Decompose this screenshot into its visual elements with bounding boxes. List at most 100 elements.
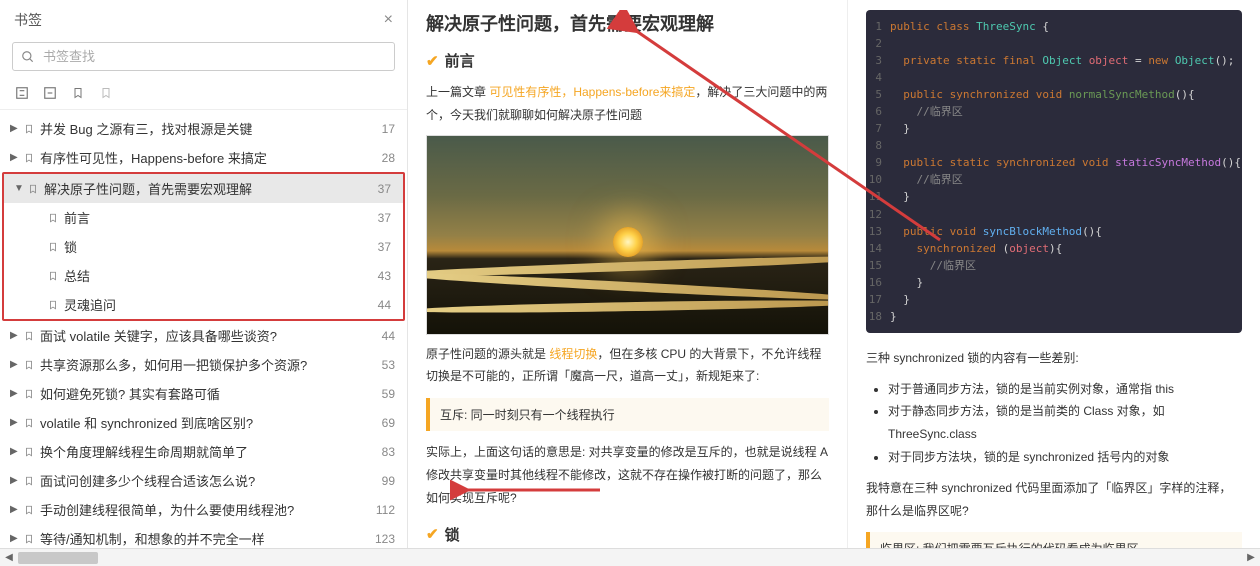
search-icon (21, 50, 35, 64)
chevron-icon: ▶ (10, 152, 20, 163)
bookmark-icon[interactable] (70, 85, 86, 101)
outline-item[interactable]: 锁 37 (4, 232, 403, 261)
callout-critical: 临界区: 我们把需要互斥执行的代码看成为临界区 (866, 532, 1242, 548)
link-prev-article[interactable]: 可见性有序性，Happens-before来搞定 (489, 85, 695, 99)
outline-item[interactable]: ▶ 等待/通知机制，和想象的并不完全一样 123 (0, 524, 407, 548)
code-line: 7 } (866, 120, 1242, 137)
outline-label: 总结 (64, 266, 90, 285)
outline-label: 解决原子性问题，首先需要宏观理解 (44, 179, 252, 198)
page-number: 28 (382, 151, 395, 165)
page-number: 37 (378, 211, 391, 225)
scroll-thumb[interactable] (18, 552, 98, 564)
search-input-wrap[interactable] (12, 42, 395, 71)
outline-label: 换个角度理解线程生命周期就简单了 (40, 442, 248, 461)
search-input[interactable] (43, 49, 386, 64)
outline-label: 等待/通知机制，和想象的并不完全一样 (40, 529, 265, 548)
code-line: 12 (866, 206, 1242, 223)
outline-label: 灵魂追问 (64, 295, 116, 314)
list-item: 对于静态同步方法，锁的是当前类的 Class 对象，如 ThreeSync.cl… (888, 400, 1242, 446)
page-number: 123 (375, 532, 395, 546)
outline-label: 共享资源那么多，如何用一把锁保护多个资源? (40, 355, 307, 374)
page-number: 44 (378, 298, 391, 312)
outline-item[interactable]: 总结 43 (4, 261, 403, 290)
check-icon: ✔ (426, 525, 439, 543)
bookmark-icon (24, 359, 36, 371)
paragraph: 原子性问题的源头就是 线程切换，但在多核 CPU 的大背景下，不允许线程切换是不… (426, 343, 829, 389)
outline-item[interactable]: ▼解决原子性问题，首先需要宏观理解37 (4, 174, 403, 203)
chevron-icon: ▶ (10, 123, 20, 134)
outline-label: 前言 (64, 208, 90, 227)
page-left: 解决原子性问题，首先需要宏观理解 ✔前言 上一篇文章 可见性有序性，Happen… (408, 0, 848, 548)
code-line: 5 public synchronized void normalSyncMet… (866, 86, 1242, 103)
chevron-icon: ▶ (10, 330, 20, 341)
bookmark-icon (24, 446, 36, 458)
list-item: 对于同步方法块，锁的是 synchronized 括号内的对象 (888, 446, 1242, 469)
outline-item[interactable]: 前言 37 (4, 203, 403, 232)
horizontal-scrollbar[interactable]: ◀ ▶ (0, 548, 1260, 566)
bookmark-outline-icon[interactable] (98, 85, 114, 101)
chevron-icon: ▶ (10, 475, 20, 486)
outline-item[interactable]: ▶换个角度理解线程生命周期就简单了83 (0, 437, 407, 466)
chevron-icon: ▶ (10, 446, 20, 457)
scroll-track[interactable] (18, 550, 1242, 566)
close-icon[interactable]: × (384, 11, 393, 29)
outline-item[interactable]: ▶ volatile 和 synchronized 到底啥区别? 69 (0, 408, 407, 437)
page-number: 44 (382, 329, 395, 343)
outline-item[interactable]: ▶并发 Bug 之源有三，找对根源是关键17 (0, 114, 407, 143)
page-number: 37 (378, 240, 391, 254)
outline-item[interactable]: ▶如何避免死锁? 其实有套路可循59 (0, 379, 407, 408)
code-line: 4 (866, 69, 1242, 86)
chevron-icon: ▶ (10, 533, 20, 544)
bookmark-icon (24, 417, 36, 429)
bookmark-icon (24, 533, 36, 545)
outline-label: 面试 volatile 关键字，应该具备哪些谈资? (40, 326, 277, 345)
link-thread-switch[interactable]: 线程切换 (549, 347, 597, 361)
check-icon: ✔ (426, 52, 439, 70)
code-line: 9 public static synchronized void static… (866, 154, 1242, 171)
outline-label: volatile 和 synchronized 到底啥区别? (40, 413, 253, 432)
expand-all-icon[interactable] (14, 85, 30, 101)
bookmark-icon (48, 241, 60, 253)
outline-item[interactable]: ▶面试问创建多少个线程合适该怎么说?99 (0, 466, 407, 495)
panel-title: 书签 (14, 10, 42, 30)
outline-label: 有序性可见性，Happens-before 来搞定 (40, 148, 267, 167)
scroll-left-icon[interactable]: ◀ (0, 550, 18, 566)
outline-label: 锁 (64, 237, 77, 256)
bookmark-icon (24, 504, 36, 516)
bullet-list: 对于普通同步方法，锁的是当前实例对象，通常指 this对于静态同步方法，锁的是当… (866, 378, 1242, 469)
code-line: 14 synchronized (object){ (866, 240, 1242, 257)
list-item: 对于普通同步方法，锁的是当前实例对象，通常指 this (888, 378, 1242, 401)
outline-item[interactable]: ▶ 面试 volatile 关键字，应该具备哪些谈资? 44 (0, 321, 407, 350)
bookmark-icon (24, 475, 36, 487)
outline-label: 面试问创建多少个线程合适该怎么说? (40, 471, 255, 490)
page-number: 112 (376, 503, 395, 517)
bookmark-icon (24, 388, 36, 400)
bookmark-icon (48, 212, 60, 224)
bookmark-toolbar (0, 77, 407, 110)
chevron-icon: ▶ (10, 359, 20, 370)
page-number: 69 (382, 416, 395, 430)
chevron-icon: ▶ (10, 504, 20, 515)
article-title: 解决原子性问题，首先需要宏观理解 (426, 10, 829, 36)
paragraph: 我特意在三种 synchronized 代码里面添加了「临界区」字样的注释，那什… (866, 477, 1242, 523)
collapse-all-icon[interactable] (42, 85, 58, 101)
outline-item[interactable]: ▶共享资源那么多，如何用一把锁保护多个资源?53 (0, 350, 407, 379)
paragraph: 三种 synchronized 锁的内容有一些差别: (866, 347, 1242, 370)
page-number: 17 (382, 122, 395, 136)
outline-label: 手动创建线程很简单，为什么要使用线程池? (40, 500, 294, 519)
page-number: 43 (378, 269, 391, 283)
code-block: 1public class ThreeSync {23 private stat… (866, 10, 1242, 333)
section-lock: ✔锁 (426, 524, 829, 545)
code-line: 15 //临界区 (866, 257, 1242, 274)
chevron-icon: ▶ (10, 417, 20, 428)
code-line: 18} (866, 308, 1242, 325)
code-line: 3 private static final Object object = n… (866, 52, 1242, 69)
outline-item[interactable]: ▶ 有序性可见性，Happens-before 来搞定 28 (0, 143, 407, 172)
hero-image (426, 135, 829, 335)
page-right: 1public class ThreeSync {23 private stat… (848, 0, 1260, 548)
code-line: 8 (866, 137, 1242, 154)
outline-item[interactable]: ▶ 手动创建线程很简单，为什么要使用线程池? 112 (0, 495, 407, 524)
scroll-right-icon[interactable]: ▶ (1242, 550, 1260, 566)
outline-item[interactable]: 灵魂追问 44 (4, 290, 403, 319)
highlighted-group: ▼解决原子性问题，首先需要宏观理解37 前言 37 锁 37 总结 43 灵魂追问 44 (2, 172, 405, 321)
